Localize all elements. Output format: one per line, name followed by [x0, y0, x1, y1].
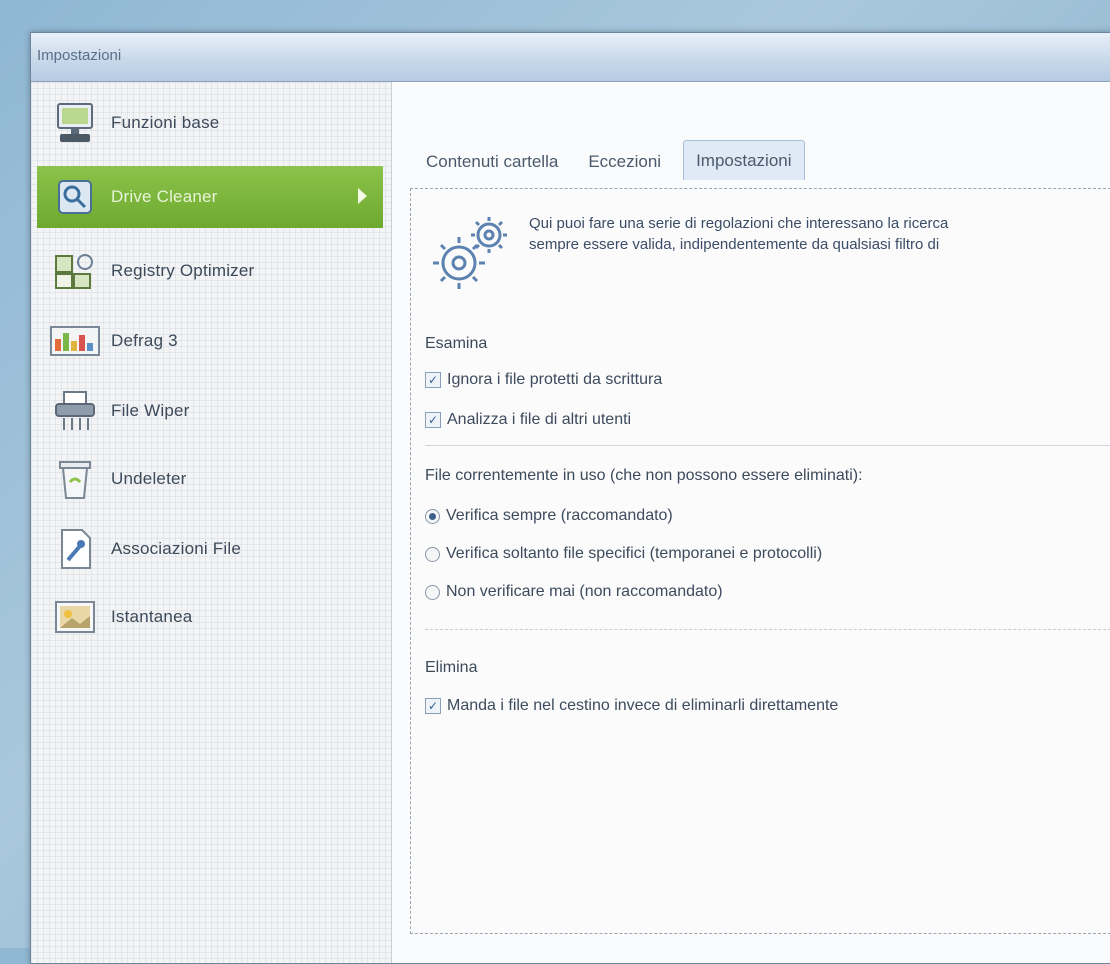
sidebar-item-label: Associazioni File [111, 539, 242, 558]
intro-section: Qui puoi fare una serie di regolazioni c… [431, 207, 1110, 297]
radio-label: Verifica sempre (raccomandato) [446, 507, 673, 524]
tab-bar: Contenuti cartella Eccezioni Impostazion… [412, 140, 805, 180]
sidebar-item-label: Registry Optimizer [111, 261, 255, 280]
registry-icon [49, 245, 101, 297]
sidebar-item-file-wiper[interactable]: File Wiper [37, 380, 383, 442]
checkbox-label: Analizza i file di altri utenti [447, 411, 632, 428]
radio-selected[interactable] [425, 508, 440, 524]
sidebar-item-label: Funzioni base [111, 113, 220, 132]
drive-cleaner-icon [49, 171, 101, 223]
settings-panel: Qui puoi fare una serie di regolazioni c… [410, 188, 1110, 934]
tab-contenuti-cartella[interactable]: Contenuti cartella [412, 140, 574, 180]
ignore-protected-checkbox[interactable]: ✓ Ignora i file protetti da scrittura [425, 371, 662, 389]
delete-section-title: Elimina [425, 659, 478, 676]
tab-impostazioni[interactable]: Impostazioni [683, 140, 805, 180]
sidebar-item-drive-cleaner[interactable]: Drive Cleaner [37, 166, 383, 228]
sidebar-item-undeleter[interactable]: Undeleter [37, 448, 383, 510]
radio-unselected[interactable] [425, 584, 440, 600]
analyze-other-users-checkbox[interactable]: ✓ Analizza i file di altri utenti [425, 411, 631, 429]
section-divider [425, 629, 1110, 631]
computer-icon [49, 97, 101, 149]
sidebar-item-istantanea[interactable]: Istantanea [37, 586, 383, 648]
snapshot-icon [49, 591, 101, 643]
chevron-right-icon [358, 188, 367, 204]
scan-section-title: Esamina [425, 335, 488, 352]
sidebar-item-defrag[interactable]: Defrag 3 [37, 310, 383, 372]
send-to-recycle-bin-checkbox[interactable]: ✓ Manda i file nel cestino invece di eli… [425, 697, 838, 715]
checkbox-label: Ignora i file protetti da scrittura [447, 371, 663, 388]
trash-icon [49, 453, 101, 505]
file-association-icon [49, 523, 101, 575]
title-bar: Impostazioni [31, 33, 1110, 82]
defrag-icon [49, 315, 101, 367]
sidebar-item-label: File Wiper [111, 401, 190, 420]
window-title: Impostazioni [37, 47, 122, 64]
shredder-icon [49, 385, 101, 437]
radio-label: Non verificare mai (non raccomandato) [446, 583, 723, 600]
radio-unselected[interactable] [425, 546, 440, 562]
sidebar-item-funzioni-base[interactable]: Funzioni base [37, 92, 383, 154]
sidebar-item-label: Undeleter [111, 469, 187, 488]
intro-line-2: sempre essere valida, indipendentemente … [529, 236, 940, 253]
sidebar: Funzioni base Drive Cleaner Registry Opt… [31, 82, 392, 963]
settings-content: Contenuti cartella Eccezioni Impostazion… [392, 82, 1110, 963]
verify-specific-radio[interactable]: Verifica soltanto file specifici (tempor… [425, 545, 822, 563]
section-divider [425, 445, 1110, 446]
in-use-section-title: File correntemente in uso (che non posso… [425, 467, 863, 484]
sidebar-item-registry-optimizer[interactable]: Registry Optimizer [37, 240, 383, 302]
checkbox-checked[interactable]: ✓ [425, 372, 441, 388]
sidebar-item-label: Istantanea [111, 607, 193, 626]
intro-text: Qui puoi fare una serie di regolazioni c… [529, 213, 948, 255]
verify-always-radio[interactable]: Verifica sempre (raccomandato) [425, 507, 673, 525]
gears-icon [431, 213, 513, 300]
checkbox-label: Manda i file nel cestino invece di elimi… [447, 697, 839, 714]
sidebar-item-label: Defrag 3 [111, 331, 178, 350]
intro-line-1: Qui puoi fare una serie di regolazioni c… [529, 215, 949, 232]
radio-label: Verifica soltanto file specifici (tempor… [446, 545, 823, 562]
sidebar-item-associazioni-file[interactable]: Associazioni File [37, 518, 383, 580]
sidebar-item-label: Drive Cleaner [111, 187, 218, 206]
checkbox-checked[interactable]: ✓ [425, 698, 441, 714]
never-verify-radio[interactable]: Non verificare mai (non raccomandato) [425, 583, 723, 601]
tab-eccezioni[interactable]: Eccezioni [574, 140, 677, 180]
settings-window: Impostazioni Funzioni base Drive Cleaner… [30, 32, 1110, 964]
checkbox-checked[interactable]: ✓ [425, 412, 441, 428]
